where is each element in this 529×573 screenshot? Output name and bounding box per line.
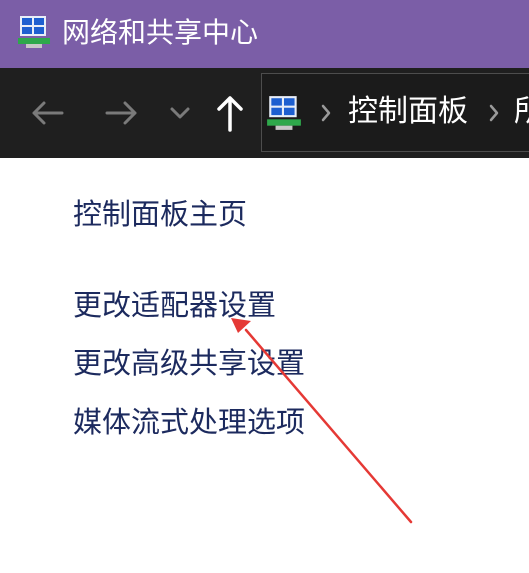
address-bar[interactable]: 控制面板 所 [261,73,529,152]
change-advanced-sharing-settings-link[interactable]: 更改高级共享设置 [73,343,305,383]
back-arrow-icon [29,99,65,127]
forward-button[interactable] [97,88,147,138]
back-button[interactable] [22,88,72,138]
chevron-down-icon [169,105,191,121]
navigation-bar: 控制面板 所 [0,68,529,158]
change-adapter-settings-link[interactable]: 更改适配器设置 [73,285,276,325]
forward-arrow-icon [104,99,140,127]
up-button[interactable] [207,88,253,138]
control-panel-icon [265,94,303,132]
breadcrumb-control-panel[interactable]: 控制面板 [348,91,468,133]
recent-locations-button[interactable] [162,88,198,138]
chevron-right-icon[interactable] [319,102,333,128]
window-title: 网络和共享中心 [62,16,259,49]
title-bar: 网络和共享中心 [0,0,529,68]
breadcrumb-all-items[interactable]: 所 [514,91,529,133]
up-arrow-icon [215,93,245,133]
media-streaming-options-link[interactable]: 媒体流式处理选项 [73,402,305,442]
chevron-right-icon[interactable] [487,102,501,128]
control-panel-home-link[interactable]: 控制面板主页 [73,194,247,234]
network-sharing-center-icon [16,14,52,50]
